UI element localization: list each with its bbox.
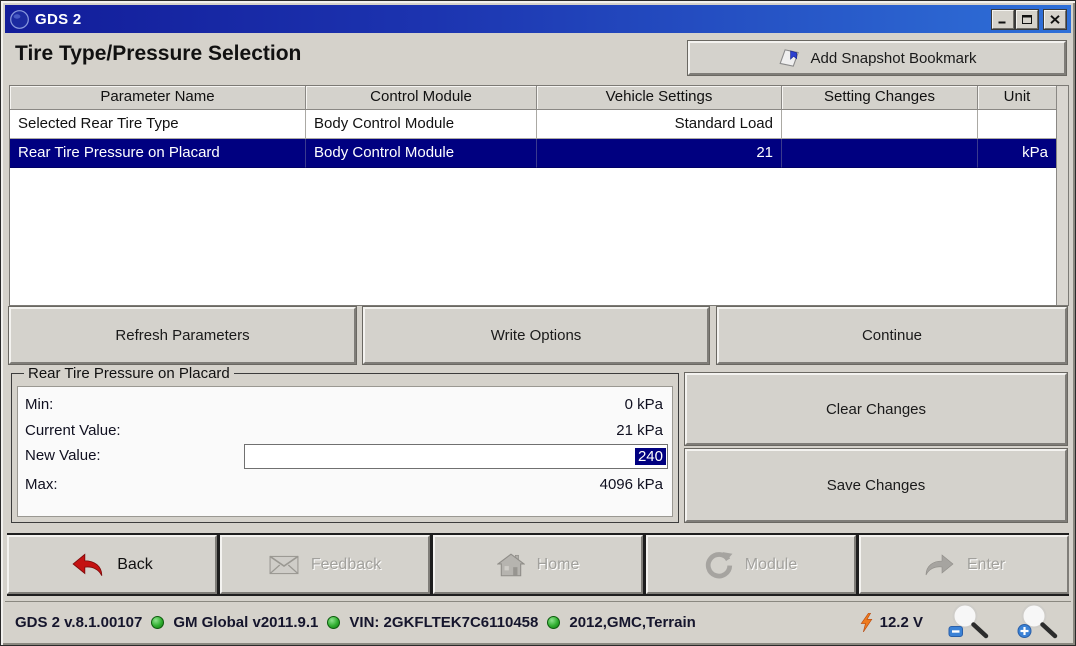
min-value: 0 kPa — [625, 392, 663, 418]
new-value-label: New Value: — [25, 443, 101, 469]
groupbox-title: Rear Tire Pressure on Placard — [24, 365, 234, 382]
magnifier-minus-icon — [946, 603, 992, 639]
module-button: Module — [646, 535, 856, 594]
save-changes-button[interactable]: Save Changes — [685, 449, 1067, 522]
feedback-button: Feedback — [220, 535, 430, 594]
gds2-window: GDS 2 Tire Type/Pressure Selection Add S… — [0, 0, 1076, 646]
refresh-parameters-button[interactable]: Refresh Parameters — [9, 307, 356, 364]
max-row: Max: 4096 kPa — [18, 472, 672, 498]
cell-unit: kPa — [978, 139, 1056, 168]
back-label: Back — [117, 556, 153, 574]
table-row-rear-tire-pressure[interactable]: Rear Tire Pressure on Placard Body Contr… — [10, 139, 1056, 168]
column-header-vehicle-settings: Vehicle Settings — [537, 86, 782, 110]
cell-unit — [978, 110, 1056, 139]
new-value-input[interactable]: 240 — [244, 444, 668, 469]
green-status-dot — [327, 616, 340, 629]
column-header-setting-changes: Setting Changes — [782, 86, 978, 110]
app-version-text: GDS 2 v.8.1.00107 — [15, 614, 142, 631]
cell-setting-change — [782, 110, 978, 139]
refresh-parameters-label: Refresh Parameters — [115, 327, 249, 344]
green-status-dot — [547, 616, 560, 629]
table-row-selected-rear-tire-type[interactable]: Selected Rear Tire Type Body Control Mod… — [10, 110, 1056, 139]
home-button: Home — [433, 535, 643, 594]
continue-label: Continue — [862, 327, 922, 344]
window-title: GDS 2 — [35, 11, 82, 28]
min-label: Min: — [25, 392, 53, 418]
parameter-editor-groupbox: Rear Tire Pressure on Placard Min: 0 kPa… — [11, 373, 679, 523]
maximize-button[interactable] — [1016, 10, 1038, 29]
max-value: 4096 kPa — [600, 472, 663, 498]
voltage-indicator: 12.2 V — [860, 613, 923, 632]
new-value-selected-text: 240 — [635, 448, 666, 465]
write-options-label: Write Options — [491, 327, 582, 344]
maximize-icon — [1022, 15, 1032, 24]
minimize-icon — [998, 15, 1008, 24]
cell-vehicle-setting: 21 — [537, 139, 782, 168]
table-scrollbar[interactable] — [1056, 86, 1068, 305]
snapshot-bookmark-icon — [778, 47, 802, 69]
cell-parameter: Rear Tire Pressure on Placard — [10, 139, 306, 168]
enter-arrow-icon — [923, 553, 955, 577]
close-icon — [1050, 15, 1060, 24]
column-header-control-module: Control Module — [306, 86, 537, 110]
min-row: Min: 0 kPa — [18, 392, 672, 418]
voltage-text: 12.2 V — [880, 614, 923, 631]
parameter-table: Parameter Name Control Module Vehicle Se… — [9, 85, 1069, 306]
parameter-editor-panel: Min: 0 kPa Current Value: 21 kPa New Val… — [17, 386, 673, 517]
enter-label: Enter — [967, 556, 1005, 574]
current-value: 21 kPa — [616, 418, 663, 444]
zoom-out-button[interactable] — [946, 603, 992, 642]
cell-vehicle-setting: Standard Load — [537, 110, 782, 139]
vin-text: VIN: 2GKFLTEK7C6110458 — [349, 614, 538, 631]
clear-changes-button[interactable]: Clear Changes — [685, 373, 1067, 445]
module-label: Module — [745, 556, 797, 574]
cell-parameter: Selected Rear Tire Type — [10, 110, 306, 139]
column-header-unit: Unit — [978, 86, 1056, 110]
new-value-row: New Value: 240 — [18, 443, 672, 469]
max-label: Max: — [25, 472, 58, 498]
current-value-row: Current Value: 21 kPa — [18, 418, 672, 444]
save-changes-label: Save Changes — [827, 477, 925, 494]
clear-changes-label: Clear Changes — [826, 401, 926, 418]
magnifier-plus-icon — [1015, 603, 1061, 639]
status-bar: GDS 2 v.8.1.00107 GM Global v2011.9.1 VI… — [5, 601, 1071, 642]
home-label: Home — [537, 556, 580, 574]
back-button[interactable]: Back — [7, 535, 217, 594]
cell-setting-change — [782, 139, 978, 168]
feedback-label: Feedback — [311, 556, 381, 574]
software-version-text: GM Global v2011.9.1 — [173, 614, 318, 631]
page-title: Tire Type/Pressure Selection — [15, 42, 301, 66]
envelope-icon — [269, 555, 299, 575]
add-snapshot-bookmark-button[interactable]: Add Snapshot Bookmark — [688, 41, 1066, 75]
table-header-row: Parameter Name Control Module Vehicle Se… — [10, 86, 1056, 110]
cell-module: Body Control Module — [306, 139, 537, 168]
window-titlebar: GDS 2 — [5, 5, 1071, 33]
back-arrow-icon — [71, 552, 105, 578]
zoom-in-button[interactable] — [1015, 603, 1061, 642]
gds-logo-icon — [10, 10, 29, 29]
vehicle-text: 2012,GMC,Terrain — [569, 614, 695, 631]
close-button[interactable] — [1044, 10, 1066, 29]
table-empty-area — [10, 168, 1056, 305]
enter-button: Enter — [859, 535, 1069, 594]
column-header-parameter-name: Parameter Name — [10, 86, 306, 110]
continue-button[interactable]: Continue — [717, 307, 1067, 364]
minimize-button[interactable] — [992, 10, 1014, 29]
cell-module: Body Control Module — [306, 110, 537, 139]
current-value-label: Current Value: — [25, 418, 121, 444]
write-options-button[interactable]: Write Options — [363, 307, 709, 364]
green-status-dot — [151, 616, 164, 629]
bottom-navigation-bar: Back Feedback Home M — [7, 533, 1069, 596]
house-icon — [497, 553, 525, 577]
lightning-bolt-icon — [860, 613, 873, 632]
circular-arrow-icon — [705, 551, 733, 579]
add-snapshot-bookmark-label: Add Snapshot Bookmark — [811, 50, 977, 67]
